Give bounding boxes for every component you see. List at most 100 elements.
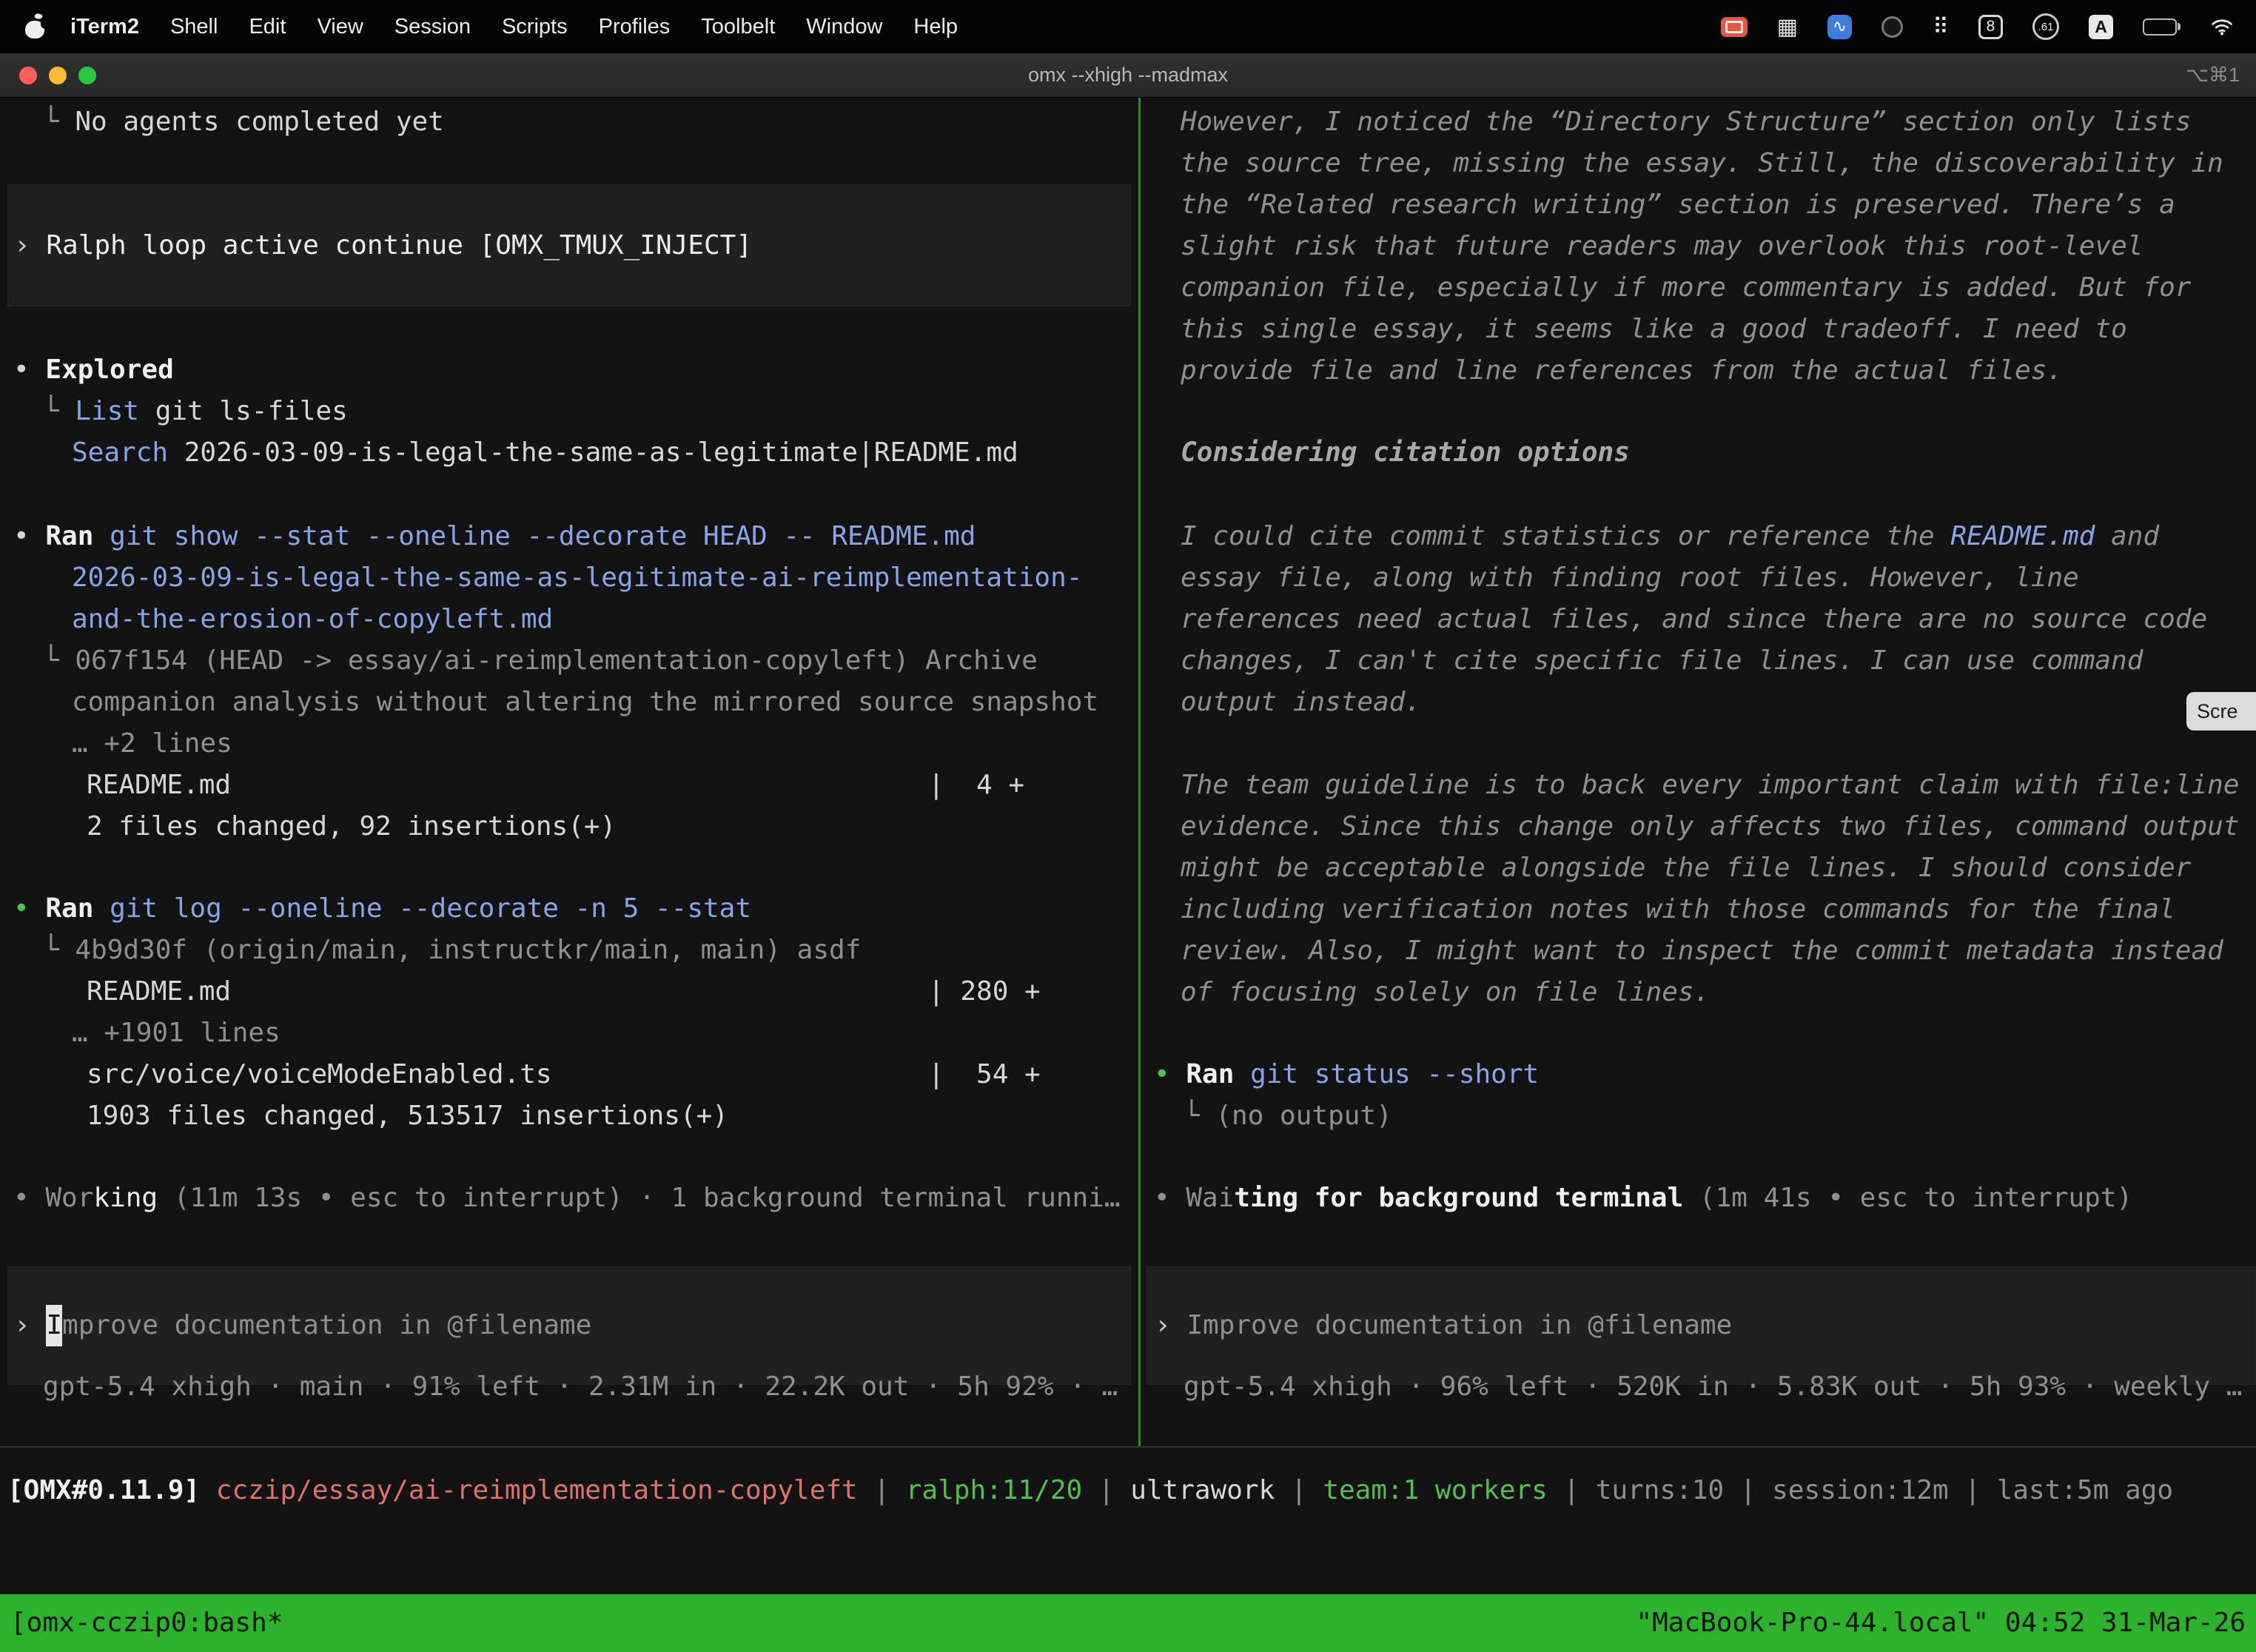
explored-block: • Explored └ List git ls-files Search 20… — [0, 349, 1138, 474]
thinking-line: changes, I can't cite specific file line… — [1141, 640, 2256, 682]
screen-edge-tooltip[interactable]: Scre — [2186, 692, 2256, 731]
thinking-paragraph-3: The team guideline is to back every impo… — [1141, 765, 2256, 1013]
thinking-paragraph-2: I could cite commit statistics or refere… — [1141, 516, 2256, 723]
explored-line: • Explored — [0, 349, 1138, 391]
keycap-icon[interactable]: 8 — [1978, 15, 2003, 39]
menu-items: iTerm2 Shell Edit View Session Scripts P… — [55, 15, 973, 39]
window-title: omx --xhigh --madmax — [0, 64, 2256, 87]
battery-gauge-icon[interactable]: .61 — [2032, 13, 2059, 40]
thinking-line: However, I noticed the “Directory Struct… — [1141, 101, 2256, 143]
commit-message-line-1: └ 067f154 (HEAD -> essay/ai-reimplementa… — [0, 640, 1138, 682]
diffstat-file-row: README.md| 280 + — [0, 971, 1138, 1013]
grid-app-icon[interactable]: ▦ — [1777, 14, 1798, 40]
git-status-command: git status --short — [1234, 1059, 1539, 1089]
traffic-lights — [0, 67, 96, 84]
text-cursor: I — [46, 1305, 62, 1346]
left-pane: └ No agents completed yet › Ralph loop a… — [0, 98, 1138, 1446]
minimize-button[interactable] — [49, 67, 67, 84]
wifi-icon[interactable] — [2210, 17, 2234, 36]
list-verb: List — [75, 396, 139, 426]
battery-body — [2143, 19, 2177, 36]
prompt-chevron: › — [14, 1305, 46, 1346]
ralph-loop-banner: › Ralph loop active continue [OMX_TMUX_I… — [7, 184, 1131, 306]
thinking-line: the source tree, missing the essay. Stil… — [1141, 143, 2256, 184]
thinking-line: might be acceptable alongside the file l… — [1141, 847, 2256, 889]
thinking-line: the “Related research writing” section i… — [1141, 184, 2256, 226]
omx-ralph-counter: ralph:11/20 — [906, 1475, 1082, 1505]
menu-bar: iTerm2 Shell Edit View Session Scripts P… — [0, 0, 2256, 53]
recording-frame — [1725, 21, 1743, 33]
menu-item-help[interactable]: Help — [898, 15, 973, 39]
ran-git-log-line: • Ran git log --oneline --decorate -n 5 … — [0, 888, 1138, 930]
omx-mode: ultrawork — [1130, 1475, 1275, 1505]
omx-branch-path: cczip/essay/ai-reimplementation-copyleft — [216, 1475, 858, 1505]
more-lines-indicator: … +1901 lines — [0, 1013, 1138, 1054]
status-separator — [0, 1446, 2256, 1448]
list-command-line: └ List git ls-files — [0, 391, 1138, 432]
menu-item-scripts[interactable]: Scripts — [486, 15, 583, 39]
thinking-line: I could cite commit statistics or refere… — [1141, 516, 2256, 557]
dark-circle-app-icon[interactable] — [1881, 16, 1903, 38]
thinking-line: evidence. Since this change only affects… — [1141, 806, 2256, 847]
menu-item-profiles[interactable]: Profiles — [583, 15, 686, 39]
screen-recording-indicator-icon[interactable] — [1721, 17, 1748, 37]
diffstat-file-row: src/voice/voiceModeEnabled.ts| 54 + — [0, 1054, 1138, 1095]
thinking-line: of focusing solely on file lines. — [1141, 972, 2256, 1013]
thinking-line: this single essay, it seems like a good … — [1141, 309, 2256, 350]
terminal: └ No agents completed yet › Ralph loop a… — [0, 98, 2256, 1594]
thinking-line: output instead. — [1141, 682, 2256, 723]
menu-item-shell[interactable]: Shell — [155, 15, 234, 39]
zoom-button[interactable] — [78, 67, 96, 84]
thinking-line: review. Also, I might want to inspect th… — [1141, 930, 2256, 972]
git-log-command: git log --oneline --decorate -n 5 --stat — [93, 893, 751, 924]
menu-item-session[interactable]: Session — [379, 15, 486, 39]
diffstat-file-row: README.md| 4 + — [0, 765, 1138, 806]
thinking-line: provide file and line references from th… — [1141, 350, 2256, 392]
menu-bar-status-icons: ▦ ∿ ⠿ 8 .61 A — [1721, 13, 2234, 40]
tmux-host-clock: "MacBook-Pro-44.local" 04:52 31-Mar-26 — [1636, 1594, 2246, 1652]
swift-app-icon[interactable]: ∿ — [1827, 15, 1852, 39]
git-log-block: • Ran git log --oneline --decorate -n 5 … — [0, 888, 1138, 1137]
dots-grid-icon[interactable]: ⠿ — [1933, 14, 1949, 40]
readme-link[interactable]: README.md — [1950, 521, 2095, 551]
ran-git-show-line: • Ran git show --stat --oneline --decora… — [0, 516, 1138, 557]
tmux-session-label: [omx-cczip0:bash* — [10, 1594, 283, 1652]
essay-filename-line-1: 2026-03-09-is-legal-the-same-as-legitima… — [0, 557, 1138, 599]
battery-icon[interactable] — [2143, 19, 2181, 36]
menu-item-edit[interactable]: Edit — [233, 15, 301, 39]
diffstat-summary: 2 files changed, 92 insertions(+) — [0, 806, 1138, 847]
menu-item-iterm2[interactable]: iTerm2 — [55, 15, 155, 39]
window-shortcut-badge: ⌥⌘1 — [2186, 64, 2256, 87]
no-agents-line: └ No agents completed yet — [0, 101, 1138, 143]
apple-menu-icon[interactable] — [25, 15, 44, 38]
apple-leaf — [34, 12, 44, 21]
thinking-line: references need actual files, and since … — [1141, 599, 2256, 640]
close-button[interactable] — [19, 67, 37, 84]
diffstat-summary: 1903 files changed, 513517 insertions(+) — [0, 1095, 1138, 1137]
omx-session-info: | turns:10 | session:12m | last:5m ago — [1548, 1475, 2173, 1505]
window-title-bar: omx --xhigh --madmax ⌥⌘1 — [0, 53, 2256, 98]
prompt-chevron: › — [1155, 1305, 1186, 1346]
menu-item-view[interactable]: View — [301, 15, 378, 39]
log-commit-line: └ 4b9d30f (origin/main, instructkr/main,… — [0, 930, 1138, 971]
ran-git-status-line: • Ran git status --short — [1141, 1054, 2256, 1095]
thinking-line: companion file, especially if more comme… — [1141, 267, 2256, 309]
menu-item-toolbelt[interactable]: Toolbelt — [685, 15, 790, 39]
apple-bite — [41, 19, 50, 29]
input-source-icon[interactable]: A — [2089, 15, 2113, 39]
commit-message-line-2: companion analysis without altering the … — [0, 682, 1138, 723]
thinking-line: essay file, along with finding root file… — [1141, 557, 2256, 599]
omx-team: team:1 workers — [1323, 1475, 1547, 1505]
git-show-command: git show --stat --oneline --decorate HEA… — [93, 521, 976, 551]
menu-item-window[interactable]: Window — [790, 15, 898, 39]
omx-status-line: [OMX#0.11.9] cczip/essay/ai-reimplementa… — [7, 1470, 2256, 1511]
search-verb: Search — [72, 437, 168, 468]
thinking-heading: Considering citation options — [1141, 432, 2256, 474]
thinking-line: slight risk that future readers may over… — [1141, 226, 2256, 267]
model-status-line-right: gpt-5.4 xhigh · 96% left · 520K in · 5.8… — [1141, 1366, 2256, 1408]
prompt-chevron: › — [14, 225, 46, 266]
thinking-paragraph-1: However, I noticed the “Directory Struct… — [1141, 101, 2256, 392]
diffstat-count: | 54 + — [928, 1054, 1041, 1095]
omx-version: [OMX#0.11.9] — [7, 1475, 216, 1505]
tmux-status-bar: [omx-cczip0:bash* "MacBook-Pro-44.local"… — [0, 1594, 2256, 1652]
